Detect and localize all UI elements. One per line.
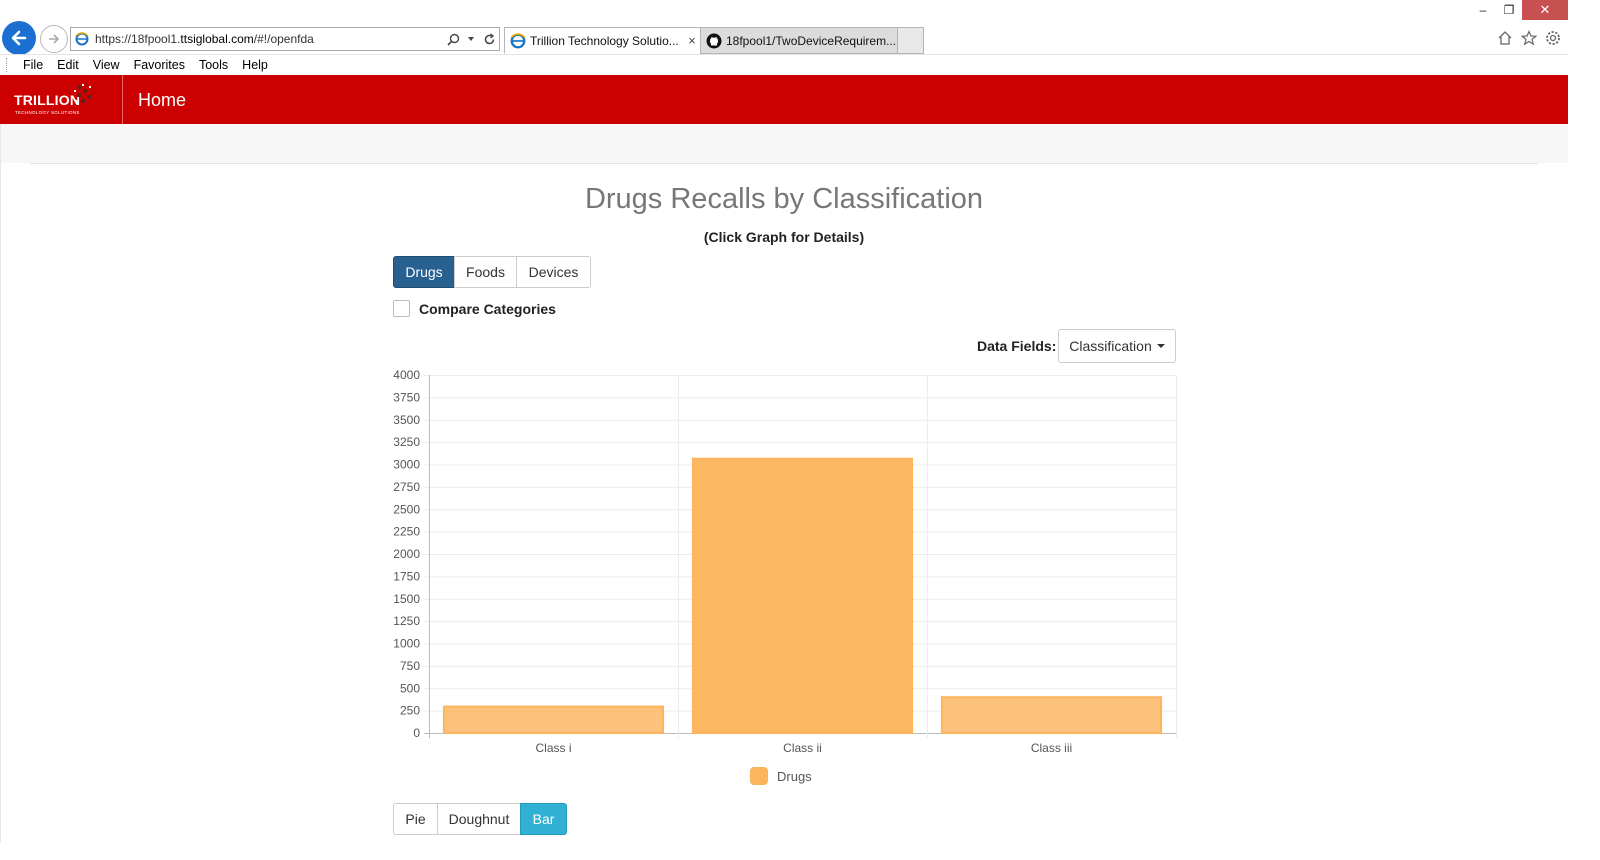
y-tick-label: 3750 — [393, 390, 420, 404]
forward-arrow-icon — [49, 34, 60, 44]
y-tick-label: 0 — [413, 726, 420, 740]
menu-grip — [6, 58, 11, 72]
y-tick-label: 1500 — [393, 592, 420, 606]
bar-chart[interactable]: 0 250 500 750 1000 1250 1500 1750 2000 2250 2500 27… — [388, 365, 1183, 760]
y-tick-label: 1000 — [393, 637, 420, 651]
tab-title: Trillion Technology Solutio... — [530, 33, 679, 48]
search-icon[interactable] — [445, 31, 461, 47]
y-tick-label: 500 — [400, 681, 420, 695]
caret-down-icon — [1156, 344, 1165, 348]
url-domain: ttsiglobal.com — [180, 32, 254, 46]
data-fields-label: Data Fields: — [977, 338, 1057, 354]
settings-gear-icon[interactable] — [1544, 29, 1562, 47]
drugs-button[interactable]: Drugs — [393, 256, 455, 288]
legend-swatch — [750, 767, 768, 785]
menu-bar: File Edit View Favorites Tools Help — [0, 54, 1568, 75]
page-title: Drugs Recalls by Classification — [584, 183, 984, 215]
new-tab-button[interactable] — [897, 27, 924, 54]
menu-file[interactable]: File — [23, 58, 43, 72]
y-tick-label: 4000 — [393, 368, 420, 382]
legend-label: Drugs — [777, 768, 812, 784]
menu-help[interactable]: Help — [242, 58, 268, 72]
home-icon[interactable] — [1496, 29, 1514, 47]
y-tick-label: 3000 — [393, 458, 420, 472]
doughnut-button[interactable]: Doughnut — [437, 803, 521, 835]
github-icon — [706, 33, 722, 48]
nav-home-link[interactable]: Home — [138, 90, 186, 111]
trillion-logo-icon — [74, 84, 91, 103]
x-tick-label: Class ii — [783, 741, 822, 755]
bar-class-i[interactable] — [442, 705, 665, 735]
foods-button[interactable]: Foods — [454, 256, 517, 288]
ie-page-icon — [75, 32, 89, 46]
y-tick-label: 2250 — [393, 525, 420, 539]
forward-button[interactable] — [40, 25, 68, 53]
data-fields-value: Classification — [1069, 338, 1152, 354]
menu-favorites[interactable]: Favorites — [134, 58, 185, 72]
y-tick-label: 3250 — [393, 435, 420, 449]
y-tick-label: 2750 — [393, 480, 420, 494]
menu-tools[interactable]: Tools — [199, 58, 228, 72]
tab-title: 18fpool1/TwoDeviceRequirem... — [726, 33, 897, 48]
tab-trillion[interactable]: Trillion Technology Solutio... × — [504, 27, 701, 54]
url-suffix: /#!/openfda — [253, 32, 314, 46]
sub-header-bar — [0, 124, 1568, 163]
bar-class-iii[interactable] — [940, 696, 1163, 735]
browser-chrome: – ❐ ✕ https://18fpool1.ttsiglobal.com/#!… — [0, 0, 1568, 75]
y-tick-label: 750 — [400, 659, 420, 673]
bar-button[interactable]: Bar — [520, 803, 567, 835]
menu-view[interactable]: View — [93, 58, 120, 72]
brand-name: TRILLION — [14, 92, 81, 108]
back-button[interactable] — [2, 21, 36, 55]
divider — [30, 163, 1538, 164]
y-tick-label: 2000 — [393, 547, 420, 561]
brand-tagline: TECHNOLOGY SOLUTIONS — [15, 110, 80, 115]
chart-legend: Drugs — [750, 767, 812, 785]
dropdown-arrow-icon[interactable] — [463, 31, 479, 47]
y-tick-label: 1250 — [393, 614, 420, 628]
close-window-button[interactable]: ✕ — [1522, 0, 1568, 20]
x-tick-label: Class iii — [1031, 741, 1072, 755]
url-text[interactable]: https://18fpool1.ttsiglobal.com/#!/openf… — [95, 32, 445, 46]
tab-github[interactable]: 18fpool1/TwoDeviceRequirem... — [700, 27, 898, 54]
y-tick-label: 2500 — [393, 502, 420, 516]
menu-edit[interactable]: Edit — [57, 58, 79, 72]
y-tick-label: 3500 — [393, 413, 420, 427]
compare-categories: Compare Categories — [393, 300, 556, 317]
browser-toolbar-icons — [1496, 29, 1562, 47]
address-bar[interactable]: https://18fpool1.ttsiglobal.com/#!/openf… — [70, 27, 500, 51]
chart-type-button-group: Pie Doughnut Bar — [393, 803, 567, 835]
page-subtitle: (Click Graph for Details) — [703, 229, 865, 245]
window-controls: – ❐ ✕ — [1470, 0, 1568, 20]
brand-logo[interactable]: TRILLION TECHNOLOGY SOLUTIONS — [0, 75, 123, 124]
site-header: TRILLION TECHNOLOGY SOLUTIONS Home — [0, 75, 1568, 124]
favorites-star-icon[interactable] — [1520, 29, 1538, 47]
compare-categories-label: Compare Categories — [419, 300, 556, 317]
category-button-group: Drugs Foods Devices — [393, 256, 591, 288]
minimize-button[interactable]: – — [1470, 0, 1496, 20]
ie-tab-icon — [510, 32, 526, 48]
tab-close-icon[interactable]: × — [684, 33, 700, 48]
pie-button[interactable]: Pie — [393, 803, 438, 835]
refresh-icon[interactable] — [481, 31, 497, 47]
y-tick-label: 250 — [400, 704, 420, 718]
devices-button[interactable]: Devices — [516, 256, 591, 288]
data-fields-dropdown[interactable]: Classification — [1058, 329, 1176, 363]
bar-class-ii[interactable] — [691, 457, 914, 735]
restore-button[interactable]: ❐ — [1496, 0, 1522, 20]
y-tick-label: 1750 — [393, 569, 420, 583]
compare-categories-checkbox[interactable] — [393, 300, 410, 317]
url-prefix: https://18fpool1. — [95, 32, 181, 46]
x-tick-label: Class i — [535, 741, 571, 755]
back-arrow-icon — [11, 30, 27, 46]
